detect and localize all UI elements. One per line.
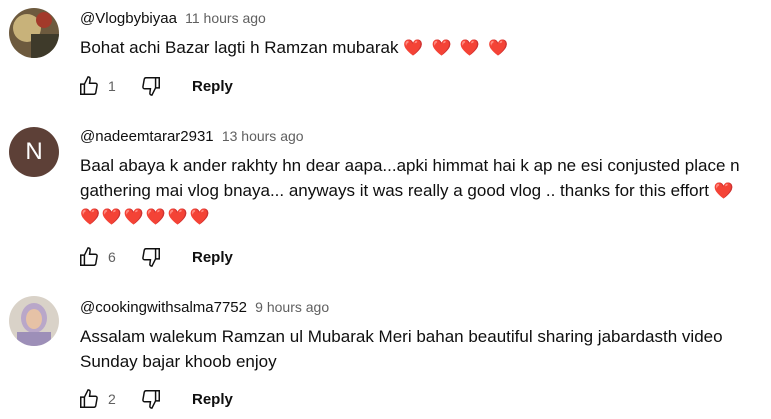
reply-button[interactable]: Reply — [192, 391, 233, 408]
comment-text: Bohat achi Bazar lagti h Ramzan mubarak … — [80, 35, 760, 61]
thumb-down-icon[interactable] — [138, 244, 164, 270]
comment-meta: @Vlogbybiyaa 11 hours ago — [80, 10, 266, 27]
comment-actions: 1 Reply — [76, 73, 233, 99]
reply-button[interactable]: Reply — [192, 249, 233, 266]
comment-actions: 2 Reply — [76, 386, 233, 412]
heart-emojis: ❤️ ❤️ ❤️ ❤️ — [403, 40, 511, 57]
comment-actions: 6 Reply — [76, 244, 233, 270]
avatar[interactable] — [9, 8, 59, 58]
comment-body: Bohat achi Bazar lagti h Ramzan mubarak — [80, 38, 399, 57]
like-count: 1 — [108, 78, 116, 94]
reply-button[interactable]: Reply — [192, 78, 233, 95]
comment-meta: @cookingwithsalma7752 9 hours ago — [80, 299, 329, 316]
thumb-up-icon[interactable] — [76, 244, 102, 270]
comment-author[interactable]: @nadeemtarar2931 — [80, 128, 214, 145]
thumb-up-icon[interactable] — [76, 73, 102, 99]
comment-time[interactable]: 13 hours ago — [222, 128, 304, 144]
thumb-down-icon[interactable] — [138, 386, 164, 412]
like-count: 6 — [108, 249, 116, 265]
heart-emojis-line2: ❤️❤️❤️❤️❤️❤️ — [80, 209, 212, 226]
comment-text: Assalam walekum Ramzan ul Mubarak Meri b… — [80, 324, 760, 374]
avatar[interactable]: N — [9, 127, 59, 177]
comment-author[interactable]: @Vlogbybiyaa — [80, 10, 177, 27]
avatar[interactable] — [9, 296, 59, 346]
like-count: 2 — [108, 391, 116, 407]
heart-emojis: ❤️ — [713, 183, 736, 200]
thumb-up-icon[interactable] — [76, 386, 102, 412]
comment-author[interactable]: @cookingwithsalma7752 — [80, 299, 247, 316]
comment-time[interactable]: 9 hours ago — [255, 299, 329, 315]
comment-body: Baal abaya k ander rakhty hn dear aapa..… — [80, 156, 740, 200]
comment-body: Assalam walekum Ramzan ul Mubarak Meri b… — [80, 327, 723, 371]
avatar-image — [9, 296, 59, 346]
comment-time[interactable]: 11 hours ago — [185, 10, 266, 26]
avatar-letter: N — [25, 138, 43, 165]
comment-text: Baal abaya k ander rakhty hn dear aapa..… — [80, 153, 760, 230]
comment-meta: @nadeemtarar2931 13 hours ago — [80, 128, 304, 145]
avatar-image — [9, 8, 59, 58]
thumb-down-icon[interactable] — [138, 73, 164, 99]
